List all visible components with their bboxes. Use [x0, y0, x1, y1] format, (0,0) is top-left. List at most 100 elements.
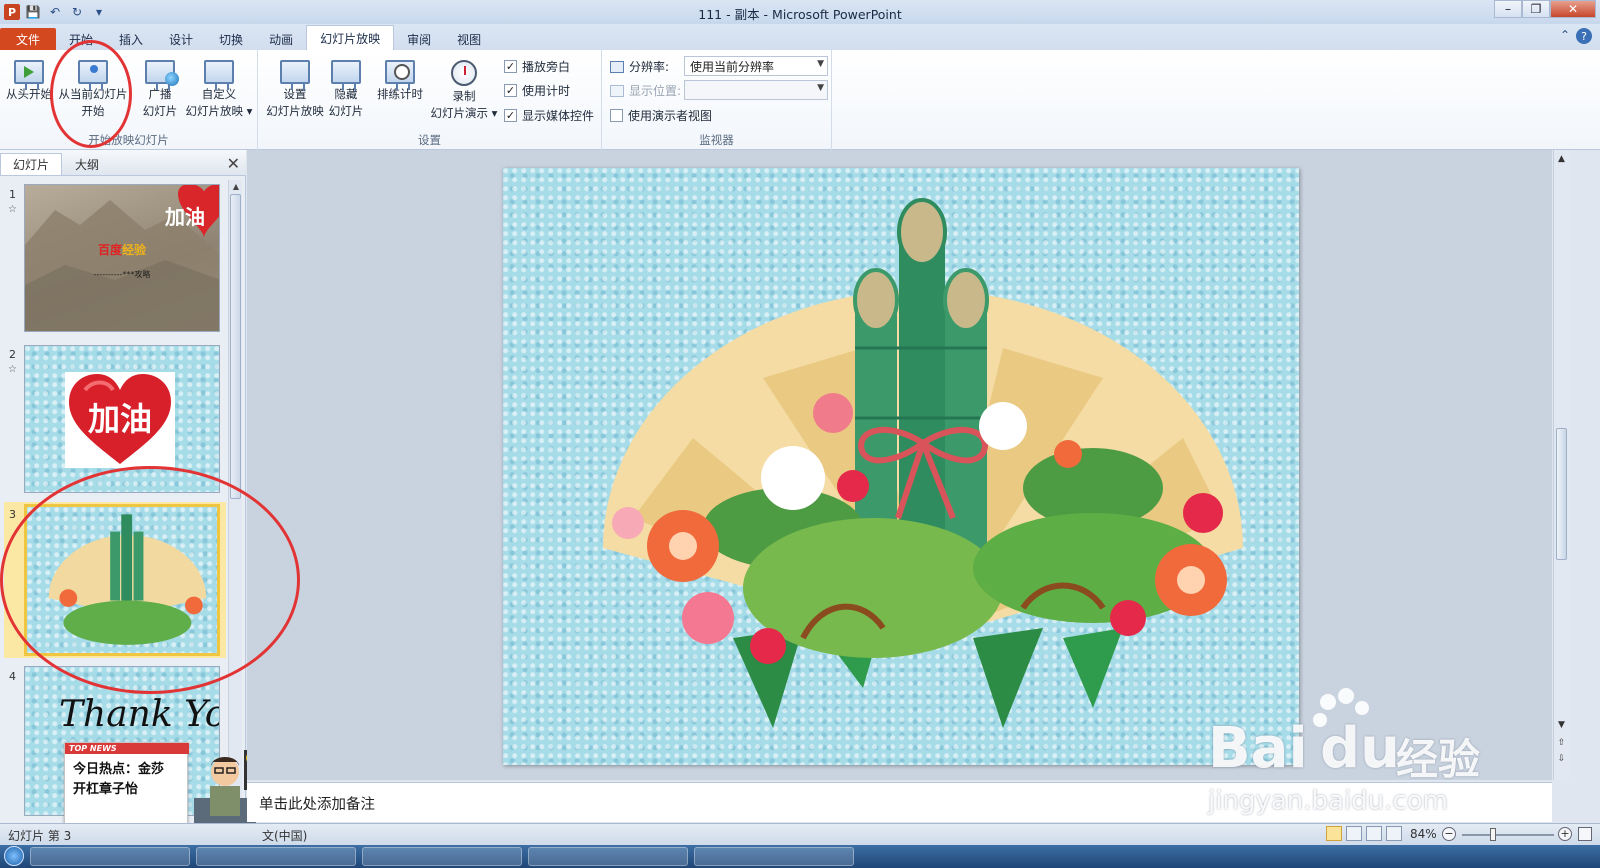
slide-editing-area [247, 150, 1552, 780]
close-button[interactable]: ✕ [1550, 0, 1596, 18]
resolution-icon [610, 60, 624, 73]
zoom-out-icon[interactable]: − [1442, 827, 1456, 841]
broadcast-icon [145, 60, 179, 90]
play-narrations-checkbox[interactable]: ✓ 播放旁白 [504, 58, 570, 75]
zoom-level[interactable]: 84% [1410, 827, 1437, 841]
from-beginning-button[interactable]: 从头开始 [4, 54, 54, 103]
fit-to-window-icon[interactable] [1578, 827, 1592, 841]
custom-slide-show-icon [204, 60, 234, 90]
tab-insert[interactable]: 插入 [106, 28, 156, 50]
rehearse-timings-button[interactable]: 排练计时 [372, 54, 428, 103]
news-popup[interactable]: TOP NEWS 今日热点：金莎 开杠章子怡 [64, 742, 260, 824]
ribbon-tabs: 文件 开始 插入 设计 切换 动画 幻灯片放映 审阅 视图 ⌃ ? [0, 24, 1600, 50]
taskbar-item[interactable] [694, 847, 854, 866]
normal-view-icon[interactable] [1326, 826, 1342, 841]
main-scrollbar[interactable]: ▲ ▼ ⇧ ⇩ [1553, 150, 1569, 780]
show-on-dropdown[interactable]: ▼ [684, 80, 828, 100]
heart-label: 加油 [87, 400, 152, 438]
animation-star-icon: ☆ [8, 204, 17, 215]
tab-transitions[interactable]: 切换 [206, 28, 256, 50]
record-slide-show-button[interactable]: 录制 幻灯片演示 ▾ [428, 54, 500, 122]
dropdown-arrow-icon: ▼ [817, 83, 824, 93]
title-bar: P 💾 ↶ ↻ ▾ 111 - 副本 - Microsoft PowerPoin… [0, 0, 1600, 24]
slide-show-view-icon[interactable] [1386, 826, 1402, 841]
status-bar: 幻灯片 第 3 文(中国) 84% − + [0, 823, 1600, 845]
annotation-circle-slide-3 [0, 466, 300, 694]
hide-slide-button[interactable]: 隐藏 幻灯片 [328, 54, 364, 120]
taskbar-item[interactable] [528, 847, 688, 866]
close-panel-icon[interactable]: ✕ [227, 154, 240, 173]
checkbox-unchecked[interactable] [610, 109, 623, 122]
maximize-button[interactable]: ❐ [1522, 0, 1550, 18]
tab-file[interactable]: 文件 [0, 28, 56, 50]
taskbar [0, 845, 1600, 868]
zoom-slider[interactable] [1462, 834, 1554, 836]
slide-sorter-view-icon[interactable] [1346, 826, 1362, 841]
thank-you-script: Thank You [59, 694, 219, 735]
show-media-controls-checkbox[interactable]: ✓ 显示媒体控件 [504, 107, 594, 124]
stopwatch-icon [451, 60, 477, 86]
hide-slide-icon [331, 60, 361, 90]
reading-view-icon[interactable] [1366, 826, 1382, 841]
heart-label: 加油 [165, 205, 205, 229]
language-indicator[interactable]: 文(中国) [262, 827, 307, 844]
scroll-up-icon[interactable]: ▲ [1556, 154, 1567, 164]
start-button[interactable] [4, 846, 24, 866]
taskbar-item[interactable] [362, 847, 522, 866]
set-up-slide-show-icon [280, 60, 310, 90]
group-monitors: 分辨率: 使用当前分辨率 ▼ 显示位置: ▼ 使用演示者视图 监视器 [602, 50, 832, 150]
scroll-down-icon[interactable]: ▼ [1556, 720, 1567, 730]
checkbox-checked[interactable]: ✓ [504, 60, 517, 73]
next-slide-icon[interactable]: ⇩ [1556, 754, 1567, 764]
custom-slide-show-button[interactable]: 自定义 幻灯片放映 ▾ [184, 54, 254, 120]
show-on-row: 显示位置: [610, 82, 681, 99]
tab-animations[interactable]: 动画 [256, 28, 306, 50]
tab-slides[interactable]: 幻灯片 [0, 153, 63, 175]
group-label-start-slide-show: 开始放映幻灯片 [88, 133, 169, 147]
taskbar-item[interactable] [30, 847, 190, 866]
slide-number: 4 [9, 670, 16, 683]
minimize-button[interactable]: – [1494, 0, 1522, 18]
scrollbar-thumb[interactable] [1556, 428, 1567, 560]
notes-pane[interactable]: 单击此处添加备注 [247, 782, 1552, 822]
checkbox-checked[interactable]: ✓ [504, 109, 517, 122]
scroll-up-icon[interactable]: ▲ [231, 182, 241, 192]
news-card[interactable]: TOP NEWS 今日热点：金莎 开杠章子怡 [64, 742, 189, 824]
slide-number: 3 [9, 508, 16, 521]
news-headline[interactable]: 今日热点：金莎 开杠章子怡 [65, 754, 187, 806]
broadcast-slide-show-button[interactable]: 广播 幻灯片 [138, 54, 182, 120]
slide-counter: 幻灯片 第 3 [8, 829, 72, 843]
presenter-view-checkbox[interactable]: 使用演示者视图 [610, 107, 712, 124]
news-tag: TOP NEWS [65, 743, 189, 754]
scrollbar-thumb[interactable] [230, 194, 241, 499]
zoom-in-icon[interactable]: + [1558, 827, 1572, 841]
set-up-slide-show-button[interactable]: 设置 幻灯片放映 [262, 54, 328, 120]
rehearse-timings-icon [385, 60, 415, 90]
resolution-row: 分辨率: [610, 58, 669, 75]
group-label-monitors: 监视器 [699, 133, 734, 147]
tab-design[interactable]: 设计 [156, 28, 206, 50]
previous-slide-icon[interactable]: ⇧ [1556, 738, 1567, 748]
window-controls: – ❐ ✕ [1494, 0, 1596, 18]
current-slide-canvas[interactable] [503, 168, 1299, 765]
tab-review[interactable]: 审阅 [394, 28, 444, 50]
animation-star-icon: ☆ [8, 364, 17, 375]
from-beginning-icon [14, 60, 44, 90]
resolution-dropdown[interactable]: 使用当前分辨率 ▼ [684, 56, 828, 76]
slide-number: 2 [9, 348, 16, 361]
heart-image-frame: 加油 [65, 372, 175, 468]
notes-placeholder[interactable]: 单击此处添加备注 [259, 793, 375, 814]
minimize-ribbon-icon[interactable]: ⌃ [1560, 28, 1570, 44]
use-timings-checkbox[interactable]: ✓ 使用计时 [504, 82, 570, 99]
slide-thumbnail-1[interactable]: 加油 百度经验 ----------***攻略 [24, 184, 220, 332]
help-icon[interactable]: ? [1576, 28, 1592, 44]
zoom-slider-knob[interactable] [1490, 828, 1496, 841]
checkbox-checked[interactable]: ✓ [504, 84, 517, 97]
tab-outline[interactable]: 大纲 [62, 153, 112, 175]
ribbon: 从头开始 从当前幻灯片 开始 广播 幻灯片 自定义 幻灯片放映 ▾ 开始放映幻灯… [0, 50, 1600, 150]
annotation-circle-from-current [50, 40, 132, 148]
dropdown-arrow-icon: ▼ [817, 59, 824, 69]
tab-view[interactable]: 视图 [444, 28, 494, 50]
tab-slide-show[interactable]: 幻灯片放映 [306, 25, 395, 50]
taskbar-item[interactable] [196, 847, 356, 866]
